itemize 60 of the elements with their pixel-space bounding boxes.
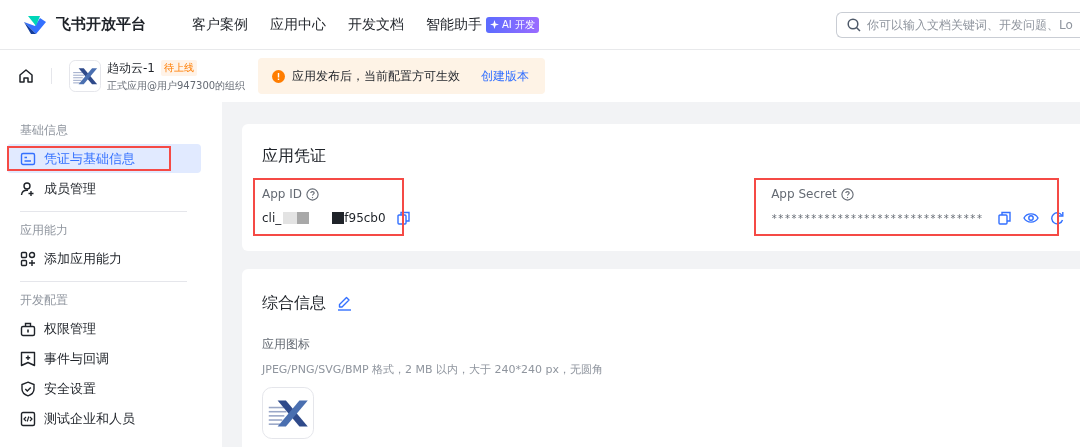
app-logo: [69, 60, 101, 92]
platform-title: 飞书开放平台: [56, 15, 146, 34]
field-label: App Secret: [771, 187, 837, 201]
organization-text: 正式应用@用户947300的组织: [107, 78, 246, 93]
item-label: 测试企业和人员: [44, 409, 135, 428]
refresh-icon[interactable]: [1050, 211, 1064, 225]
section-heading: 基础信息: [20, 122, 69, 138]
shield-check-icon: [20, 380, 36, 397]
code-window-icon: [20, 410, 36, 427]
nav-link[interactable]: 智能助手: [426, 15, 482, 34]
app-id-end: f95cb0: [344, 211, 386, 225]
item-label: 添加应用能力: [44, 249, 122, 268]
item-label: 凭证与基础信息: [44, 149, 135, 168]
edit-pencil-icon[interactable]: [337, 296, 352, 311]
redaction-block: [332, 212, 345, 224]
section-heading: 应用能力: [20, 222, 69, 238]
badge-label: AI 开发: [502, 17, 535, 32]
item-label: 成员管理: [44, 179, 96, 198]
upload-hint: JPEG/PNG/SVG/BMP 格式，2 MB 以内，大于 240*240 px，无圆角: [262, 362, 605, 377]
card-title: 综合信息: [262, 293, 326, 314]
sparkle-icon: [490, 20, 499, 29]
home-icon[interactable]: [18, 68, 34, 84]
field-label: App ID: [262, 187, 303, 201]
app-name: 趋动云-1: [107, 59, 155, 77]
warning-icon: [272, 69, 286, 83]
sidebar-item[interactable]: 事件与回调: [7, 344, 201, 373]
masked-secret: ********************************: [771, 212, 983, 224]
item-label: 权限管理: [44, 319, 96, 338]
briefcase-icon: [20, 320, 36, 337]
nav-link[interactable]: 应用中心: [270, 15, 326, 34]
help-icon[interactable]: [840, 187, 854, 201]
copy-icon[interactable]: [998, 211, 1012, 225]
nav-link[interactable]: 开发文档: [348, 15, 404, 34]
create-version-link[interactable]: 创建版本: [481, 67, 530, 85]
user-add-icon: [20, 180, 36, 197]
sidebar-item[interactable]: 安全设置: [7, 374, 201, 403]
field-label: 应用图标: [262, 336, 311, 353]
card-title: 应用凭证: [262, 146, 327, 167]
sidebar-item[interactable]: 添加应用能力: [7, 244, 201, 273]
app-id-start: cli_: [262, 211, 282, 225]
item-label: 安全设置: [44, 379, 96, 398]
sidebar-item[interactable]: 成员管理: [7, 174, 201, 203]
item-label: 事件与回调: [44, 349, 109, 368]
sidebar-item[interactable]: 凭证与基础信息: [7, 144, 201, 173]
bookmark-plus-icon: [20, 350, 36, 367]
nav-link[interactable]: 客户案例: [192, 15, 248, 34]
search-field[interactable]: 你可以输入文档关键词、开发问题、Lo: [836, 11, 1080, 38]
section-heading: 开发配置: [20, 292, 69, 308]
eye-icon[interactable]: [1023, 211, 1039, 225]
bird-logo-icon: [22, 13, 48, 36]
sidebar-item[interactable]: 测试企业和人员: [7, 404, 201, 433]
sidebar-item[interactable]: 权限管理: [7, 314, 201, 343]
grid-plus-icon: [20, 250, 36, 267]
app-icon-preview: [262, 387, 314, 439]
search-icon: [847, 17, 861, 32]
notice-text: 应用发布后，当前配置方可生效: [292, 67, 461, 85]
copy-icon[interactable]: [396, 211, 411, 225]
status-tag: 待上线: [160, 60, 197, 76]
id-card-icon: [20, 150, 36, 167]
help-icon[interactable]: [306, 187, 320, 201]
